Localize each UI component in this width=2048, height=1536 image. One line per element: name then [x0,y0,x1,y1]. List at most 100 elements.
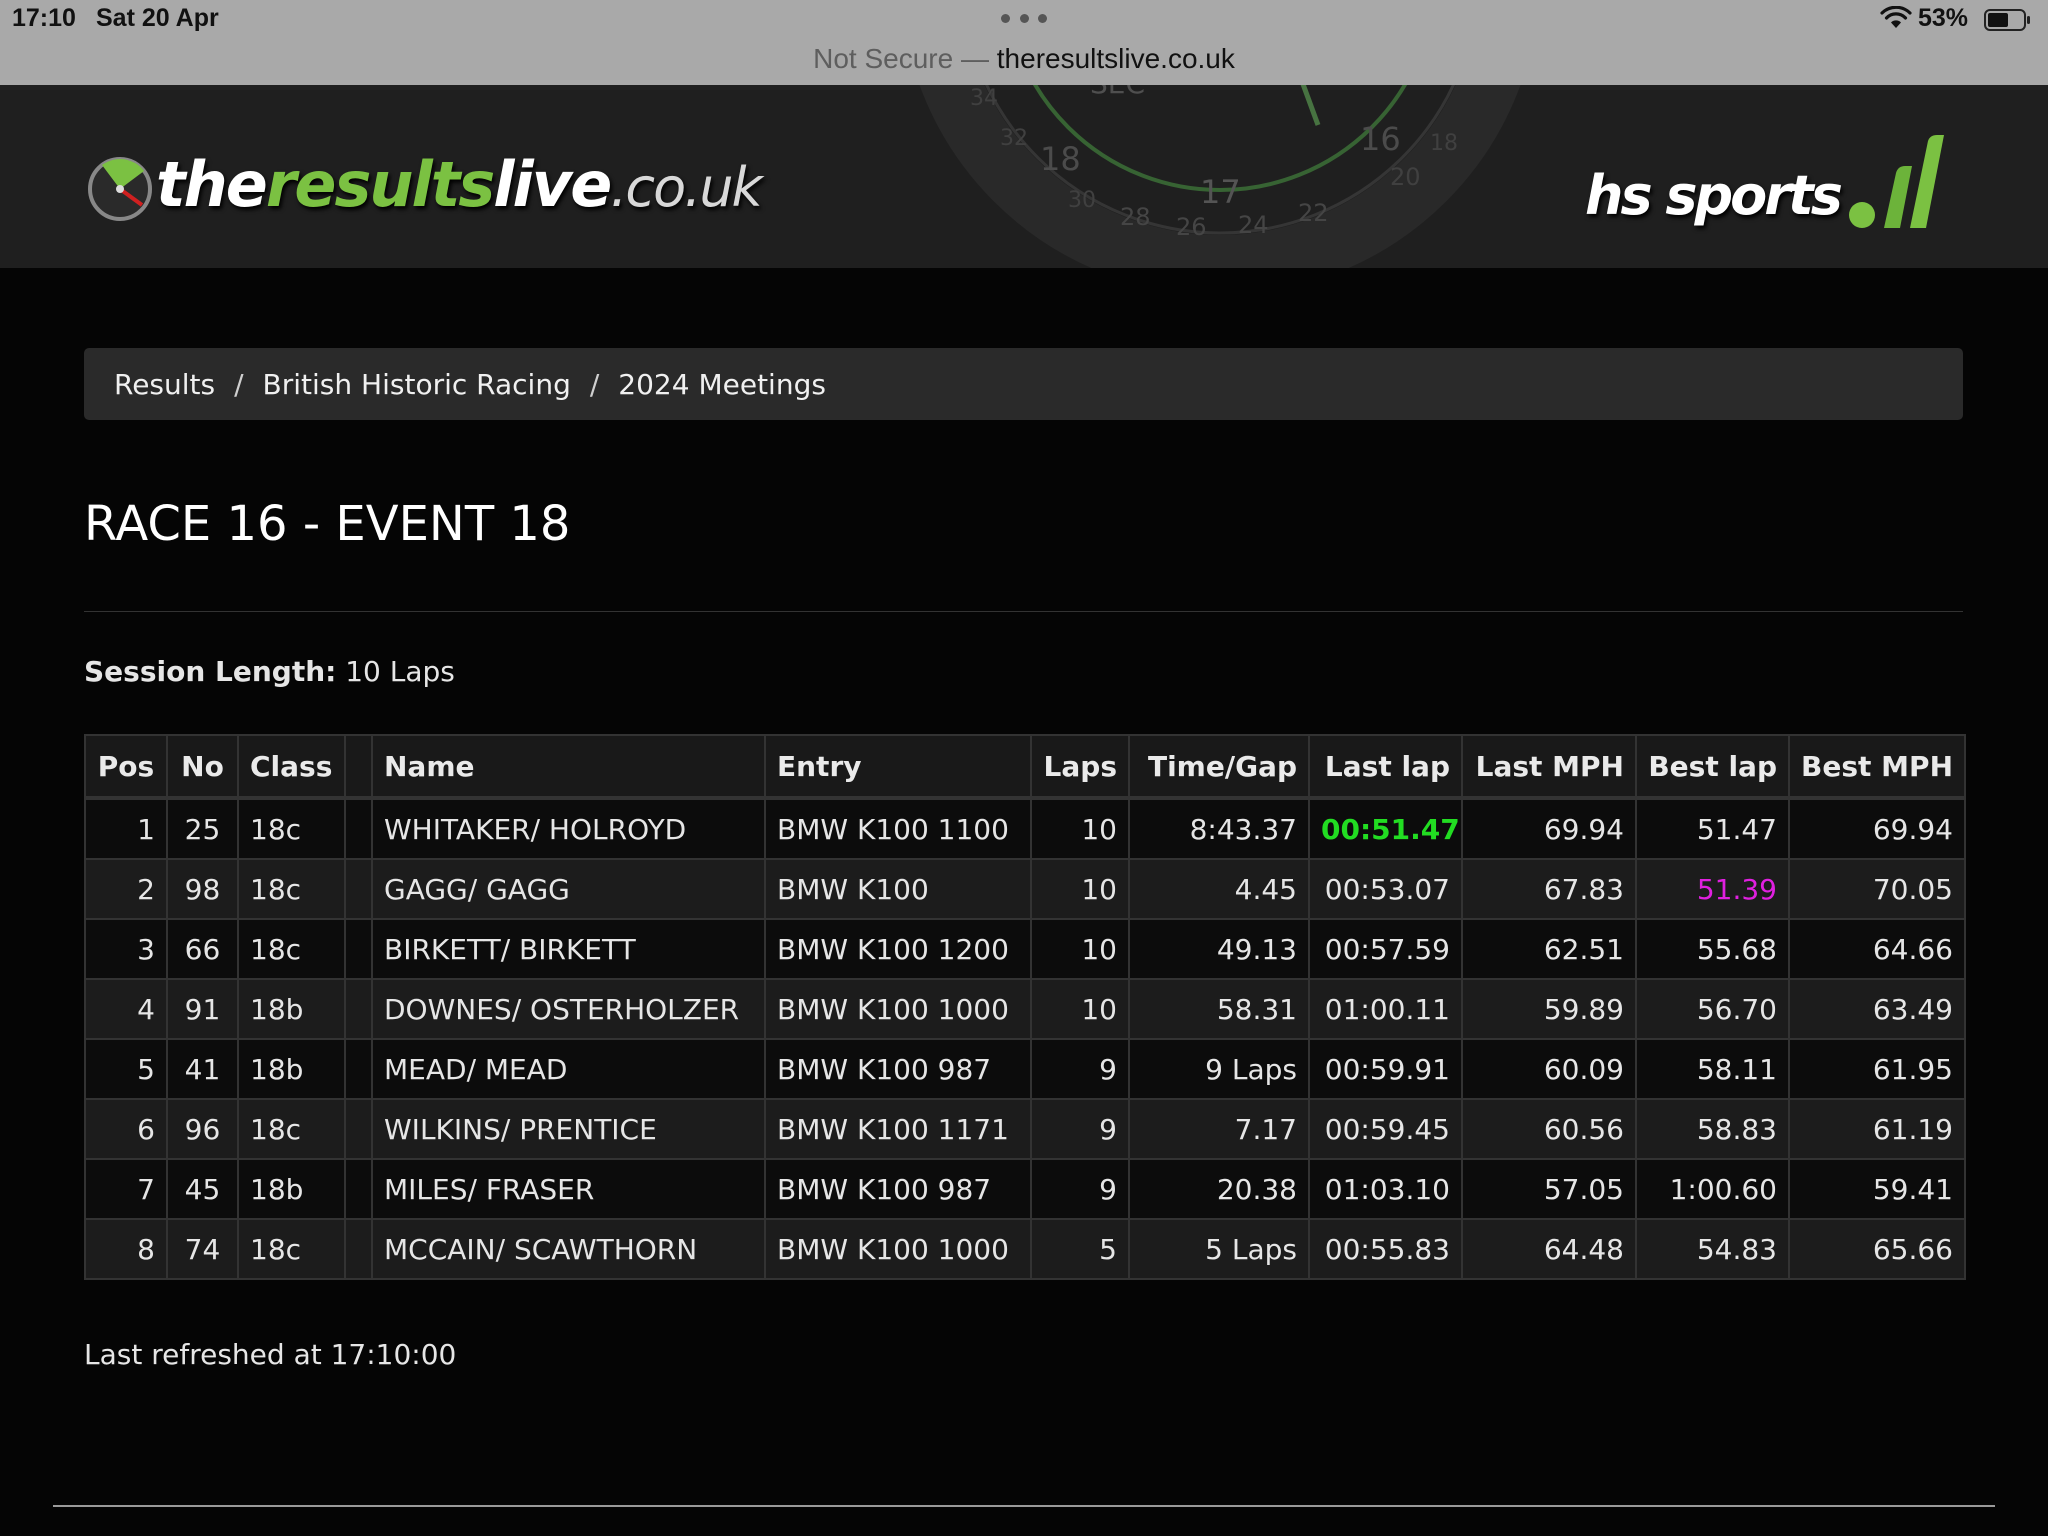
col-header-name[interactable]: Name [371,734,766,800]
table-row: 2 98 18c GAGG/ GAGG BMW K100 10 4.45 00:53.07 67… [84,858,1966,920]
session-length-value: 10 Laps [345,655,455,688]
cell-last-mph: 59.89 [1461,978,1637,1040]
cell-class: 18b [237,1038,346,1100]
breadcrumb-british-historic-racing[interactable]: British Historic Racing [263,368,571,401]
cell-last-lap: 00:59.91 [1308,1038,1463,1100]
breadcrumb-separator: / [589,367,600,401]
table-header-row: Pos No Class Name Entry Laps Time/Gap La… [84,734,1966,800]
col-header-best-lap[interactable]: Best lap [1635,734,1790,800]
breadcrumb-2024-meetings[interactable]: 2024 Meetings [618,368,826,401]
cell-best-lap: 58.83 [1635,1098,1790,1160]
footer-divider [53,1505,1995,1507]
cell-class: 18b [237,978,346,1040]
cell-name: WILKINS/ PRENTICE [371,1098,766,1160]
cell-time-gap: 7.17 [1128,1098,1310,1160]
results-body: 1 25 18c WHITAKER/ HOLROYD BMW K100 1100 10 8:… [84,797,1966,1280]
cell-entry: BMW K100 1000 [764,1218,1032,1280]
table-row: 4 91 18b DOWNES/ OSTERHOLZER BMW K100 1000 10… [84,978,1966,1040]
cell-no: 96 [166,1098,239,1160]
cell-blank [344,1098,373,1160]
cell-laps: 10 [1030,978,1130,1040]
cell-blank [344,1038,373,1100]
address-separator: — [960,43,989,74]
cell-entry: BMW K100 [764,858,1032,920]
cell-class: 18c [237,1098,346,1160]
dial-num-28: 28 [1120,203,1151,231]
col-header-pos[interactable]: Pos [84,734,168,800]
dial-num-17: 17 [1200,173,1241,211]
cell-entry: BMW K100 987 [764,1038,1032,1100]
cell-last-mph: 57.05 [1461,1158,1637,1220]
cell-name: WHITAKER/ HOLROYD [371,797,766,860]
cell-best-mph: 69.94 [1788,797,1966,860]
cell-time-gap: 5 Laps [1128,1218,1310,1280]
cell-pos: 7 [84,1158,168,1220]
col-header-last-mph[interactable]: Last MPH [1461,734,1637,800]
cell-laps: 9 [1030,1098,1130,1160]
breadcrumb-results[interactable]: Results [114,368,215,401]
dial-num-18: 18 [1040,140,1081,178]
cell-last-lap: 00:51.47 [1308,797,1463,860]
cell-best-mph: 65.66 [1788,1218,1966,1280]
cell-best-lap: 51.39 [1635,858,1790,920]
cell-no: 41 [166,1038,239,1100]
title-divider [84,611,1963,612]
cell-class: 18c [237,858,346,920]
cell-best-mph: 63.49 [1788,978,1966,1040]
dial-num-24: 24 [1238,211,1269,239]
address-bar[interactable]: Not Secure — theresultslive.co.uk [0,40,2048,78]
dial-num-34: 34 [970,86,998,111]
col-header-time-gap[interactable]: Time/Gap [1128,734,1310,800]
cell-last-mph: 60.09 [1461,1038,1637,1100]
cell-entry: BMW K100 1171 [764,1098,1032,1160]
battery-percentage: 53% [1918,4,1969,32]
cell-best-lap: 51.47 [1635,797,1790,860]
cell-laps: 10 [1030,797,1130,860]
site-header: SEC 20 17 16 18 28 26 24 22 20 18 34 32 … [0,85,2048,268]
cell-pos: 1 [84,797,168,860]
logo-the: the [156,148,268,221]
cell-last-lap: 01:00.11 [1308,978,1463,1040]
cell-laps: 10 [1030,918,1130,980]
col-header-laps[interactable]: Laps [1030,734,1130,800]
breadcrumb-separator: / [234,367,244,401]
col-header-no[interactable]: No [166,734,239,800]
cell-no: 66 [166,918,239,980]
table-row: 5 41 18b MEAD/ MEAD BMW K100 987 9 9 Laps 00:59… [84,1038,1966,1100]
logo-results: results [265,148,495,221]
cell-last-lap: 00:53.07 [1308,858,1463,920]
cell-time-gap: 49.13 [1128,918,1310,980]
hs-sports-logo[interactable]: hs sports [1585,123,1954,233]
cell-best-mph: 70.05 [1788,858,1966,920]
browser-top-bar: 17:10 Sat 20 Apr 53% Not Secure — theres… [0,0,2048,85]
col-header-class[interactable]: Class [237,734,346,800]
cell-last-lap: 00:59.45 [1308,1098,1463,1160]
cell-last-mph: 60.56 [1461,1098,1637,1160]
col-header-blank [344,734,373,800]
cell-best-lap: 54.83 [1635,1218,1790,1280]
cell-class: 18c [237,1218,346,1280]
status-time: 17:10 [12,4,76,32]
wifi-icon [1880,6,1912,28]
col-header-entry[interactable]: Entry [764,734,1032,800]
cell-last-lap: 00:57.59 [1308,918,1463,980]
dial-num-20b: 20 [1390,163,1421,191]
cell-last-mph: 62.51 [1461,918,1637,980]
cell-no: 91 [166,978,239,1040]
cell-best-lap: 55.68 [1635,918,1790,980]
more-options-icon[interactable] [1001,14,1047,24]
results-table: Pos No Class Name Entry Laps Time/Gap La… [84,734,1966,1280]
cell-laps: 10 [1030,858,1130,920]
cell-class: 18c [237,797,346,860]
cell-name: DOWNES/ OSTERHOLZER [371,978,766,1040]
site-logo[interactable]: theresultslive.co.uk [84,140,763,230]
cell-pos: 5 [84,1038,168,1100]
gauge-icon [88,157,152,221]
cell-time-gap: 20.38 [1128,1158,1310,1220]
cell-no: 25 [166,797,239,860]
cell-best-mph: 61.95 [1788,1038,1966,1100]
col-header-last-lap[interactable]: Last lap [1308,734,1463,800]
cell-pos: 8 [84,1218,168,1280]
col-header-best-mph[interactable]: Best MPH [1788,734,1966,800]
session-length-label: Session Length: [84,655,337,688]
